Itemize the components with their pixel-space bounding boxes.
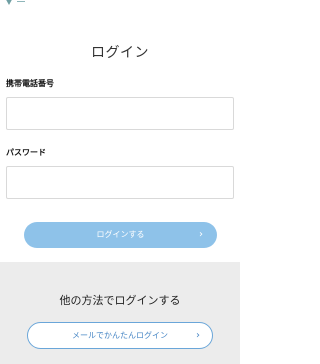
chevron-right-icon: ›	[199, 229, 203, 240]
login-button[interactable]: ログインする ›	[24, 222, 217, 248]
phone-label: 携帯電話番号	[6, 79, 54, 88]
alternative-login-panel: 他の方法でログインする メールでかんたんログイン ›	[0, 262, 240, 364]
logo-icon	[6, 0, 12, 5]
password-label: パスワード	[6, 148, 46, 157]
page-title: ログイン	[91, 45, 149, 61]
mail-login-button-label: メールでかんたんログイン	[72, 331, 168, 340]
chevron-right-icon: ›	[196, 330, 200, 341]
alternative-login-title: 他の方法でログインする	[59, 294, 181, 307]
password-input[interactable]	[6, 166, 234, 199]
mail-login-button[interactable]: メールでかんたんログイン ›	[27, 322, 213, 349]
phone-input[interactable]	[6, 97, 234, 130]
login-button-label: ログインする	[96, 230, 145, 239]
logo-wordmark	[17, 0, 25, 2]
top-bar	[0, 0, 240, 10]
